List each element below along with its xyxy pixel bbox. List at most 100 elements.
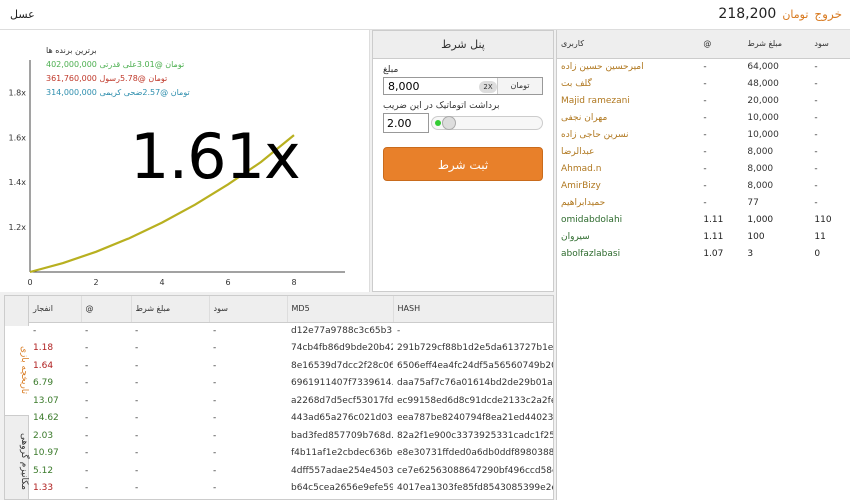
col-at: @ <box>81 296 132 323</box>
player-row: AmirBizy - 8,000 - <box>557 177 850 194</box>
history-row: 10.97 - - - f4b11af1e2cbdec636b... e8e30731ff… <box>29 445 553 463</box>
player-name: Majid ramezani <box>561 95 630 106</box>
player-bet: 8,000 <box>747 163 774 174</box>
player-name: حمیدابراهیم <box>561 197 606 208</box>
player-row: Ahmad.n - 8,000 - <box>557 160 850 177</box>
top-bar: عسل خروج تومان 218,200 <box>0 0 850 30</box>
history-panel: تاریخچه بازی مکانیزم گروهی انفجار @ مبلغ… <box>4 295 554 500</box>
history-bet: - <box>135 483 139 494</box>
history-profit: - <box>213 378 217 389</box>
col-profit: سود <box>209 296 288 323</box>
player-bet: 10,000 <box>747 112 779 123</box>
history-row: 1.33 - - - b64c5cea2656e9efe59... 4017ea1303f… <box>29 480 554 498</box>
tab-game-history[interactable]: تاریخچه بازی <box>5 326 29 416</box>
logout-link[interactable]: خروج <box>814 7 842 21</box>
md5-value: d12e77a9788c3c65b3... <box>291 326 393 336</box>
auto-cashout-label: برداشت اتوماتیک در این ضریب <box>383 101 500 111</box>
col-hash: HASH <box>393 296 553 323</box>
md5-value: 8e16539d7dcc2f28c06... <box>291 360 393 371</box>
crash-value: - <box>33 326 37 336</box>
md5-value: bad3fed857709b768d... <box>291 430 393 441</box>
history-at: - <box>85 430 89 441</box>
toggle-indicator-icon <box>435 120 441 126</box>
auto-cashout-toggle[interactable] <box>431 116 543 130</box>
history-profit: - <box>213 483 217 494</box>
y-tick-label: 1.2x <box>9 223 27 232</box>
players-table: کاربری @ مبلغ شرط سود امیرحسین حسین زاده… <box>557 30 850 262</box>
history-at: - <box>85 413 89 424</box>
y-tick-label: 1.8x <box>9 88 27 97</box>
player-name: گلف بت <box>561 78 592 89</box>
player-name: abolfazlabasi <box>561 248 621 259</box>
history-row: - - - - d12e77a9788c3c65b3... - <box>29 322 553 340</box>
player-at: 1.07 <box>703 248 724 259</box>
history-profit: - <box>213 448 217 459</box>
crash-value: 2.03 <box>33 430 54 441</box>
md5-value: 74cb4fb86d9bde20b42... <box>291 343 393 354</box>
player-profit: - <box>814 112 818 123</box>
history-bet: - <box>135 343 139 354</box>
history-profit: - <box>213 465 217 476</box>
amount-input[interactable] <box>384 78 479 94</box>
player-row: نسرین حاجی زاده - 10,000 - <box>557 126 850 143</box>
toggle-knob[interactable] <box>442 116 456 130</box>
brand-logo: عسل <box>10 8 35 21</box>
hash-value: 6506eff4ea4fc24df5a56560749b20... <box>397 360 554 371</box>
col-profit: سود <box>810 30 850 59</box>
double-amount-button[interactable]: 2X <box>479 81 497 93</box>
player-profit: - <box>814 180 818 191</box>
col-bet: مبلغ شرط <box>743 30 811 59</box>
top-winners-title: برترین برنده ها <box>46 46 97 55</box>
crash-value: 6.79 <box>33 378 54 389</box>
crash-value: 1.64 <box>33 360 54 371</box>
history-table: انفجار @ مبلغ شرط سود MD5 HASH - - - - d12e7… <box>29 296 554 499</box>
player-at: - <box>703 163 707 174</box>
auto-cashout-input[interactable] <box>383 113 429 133</box>
history-tabs: تاریخچه بازی مکانیزم گروهی <box>5 296 29 499</box>
bet-panel: پنل شرط مبلغ 2X تومان برداشت اتوماتیک در… <box>372 30 554 292</box>
player-name: سیروان <box>561 231 590 242</box>
player-bet: 77 <box>747 197 759 208</box>
top-winner-2: تومان @5.78رسول 361,760,000 <box>46 74 168 83</box>
history-row: 1.64 - - - 8e16539d7dcc2f28c06... 6506eff4ea4… <box>29 357 554 375</box>
hash-value: 4017ea1303fe85fd8543085399e2e... <box>397 483 554 494</box>
player-name: AmirBizy <box>561 180 601 191</box>
md5-value: f4b11af1e2cbdec636b... <box>291 448 393 459</box>
player-profit: - <box>814 129 818 140</box>
top-winners: برترین برنده ها تومان @3.01علی قدرتی 402… <box>46 44 190 100</box>
player-bet: 8,000 <box>747 146 774 157</box>
balance-currency: تومان <box>782 7 809 21</box>
hash-value: 291b729cf88b1d2e5da613727b1e8... <box>397 343 554 354</box>
history-profit: - <box>213 343 217 354</box>
player-name: نسرین حاجی زاده <box>561 129 629 140</box>
history-profit: - <box>213 360 217 371</box>
col-at: @ <box>699 30 744 59</box>
top-winner-3: تومان @2.57ضحی کریمی 314,000,000 <box>46 88 190 97</box>
md5-value: 443ad65a276c021d03... <box>291 413 393 424</box>
player-profit: - <box>814 78 818 89</box>
player-row: abolfazlabasi 1.07 3 0 <box>557 245 850 262</box>
player-name: omidabdolahi <box>561 214 623 225</box>
player-row: omidabdolahi 1.11 1,000 110 <box>557 211 850 228</box>
x-tick-label: 0 <box>27 278 32 287</box>
crash-value: 1.33 <box>33 483 54 494</box>
amount-row: 2X تومان <box>383 77 543 95</box>
hash-value: - <box>397 326 401 336</box>
player-at: - <box>703 197 707 208</box>
balance-area: خروج تومان 218,200 <box>718 6 842 22</box>
tab-group-mechanism[interactable]: مکانیزم گروهی <box>5 421 29 499</box>
player-bet: 8,000 <box>747 180 774 191</box>
crash-value: 5.12 <box>33 465 54 476</box>
players-panel: کاربری @ مبلغ شرط سود امیرحسین حسین زاده… <box>556 30 850 500</box>
top-winner-1: تومان @3.01علی قدرتی 402,000,000 <box>46 60 185 69</box>
place-bet-button[interactable]: ثبت شرط <box>383 147 543 181</box>
player-name: مهران نجفی <box>561 112 608 123</box>
history-bet: - <box>135 326 139 336</box>
player-row: سیروان 1.11 100 11 <box>557 228 850 245</box>
history-at: - <box>85 465 89 476</box>
hash-value: 82a2f1e900c3373925331cadc1f251... <box>397 430 554 441</box>
history-row: 14.62 - - - 443ad65a276c021d03... eea787be824… <box>29 410 553 428</box>
player-profit: - <box>814 61 818 72</box>
player-bet: 64,000 <box>747 61 779 72</box>
crash-value: 1.18 <box>33 343 54 354</box>
